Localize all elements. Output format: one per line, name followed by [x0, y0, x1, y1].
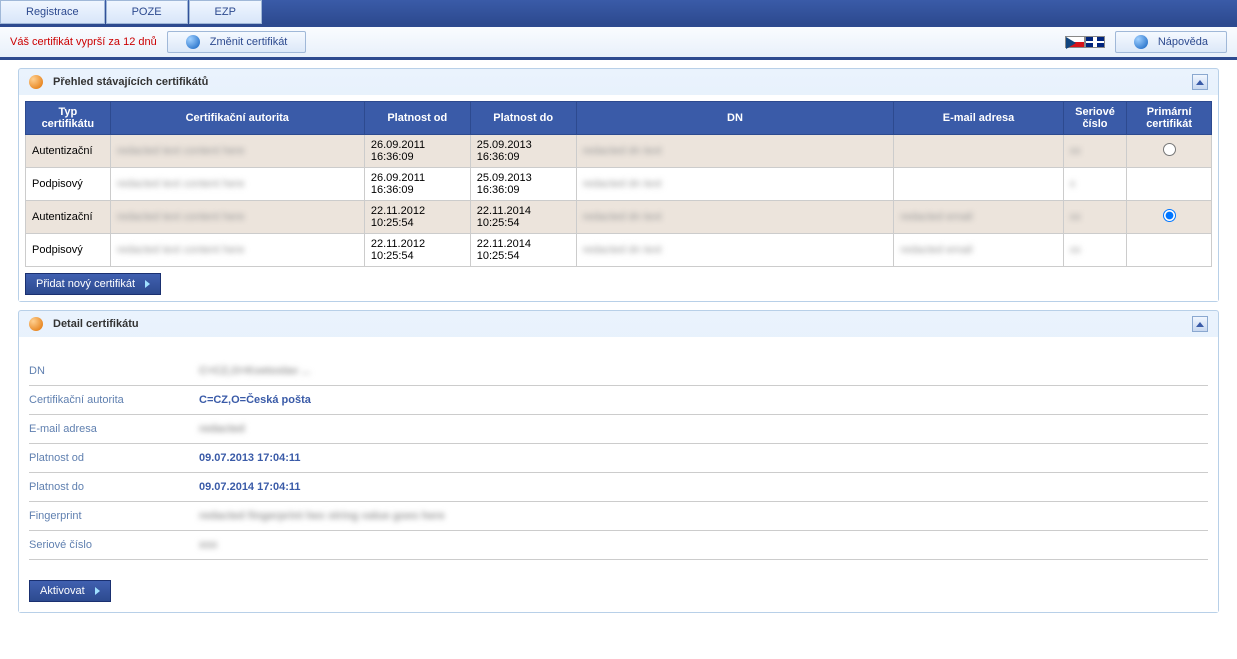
cell-primary	[1127, 135, 1212, 168]
panel-cert-overview: Přehled stávajících certifikátů Typ cert…	[18, 68, 1219, 302]
detail-label: Seriové číslo	[29, 539, 199, 551]
panel-cert-detail: Detail certifikátu DN C=CZ,O=Kvetoslav .…	[18, 310, 1219, 613]
cell-ca: redacted text content here	[110, 135, 364, 168]
th-serial: Seriové číslo	[1063, 102, 1127, 135]
panel-title: Detail certifikátu	[53, 318, 139, 330]
detail-label: DN	[29, 365, 199, 377]
cell-ca: redacted text content here	[110, 201, 364, 234]
cell-email	[894, 168, 1063, 201]
change-cert-button[interactable]: Změnit certifikát	[167, 31, 307, 53]
cell-type: Autentizační	[26, 135, 111, 168]
top-tabs: Registrace POZE EZP	[0, 0, 1237, 24]
detail-value: 09.07.2013 17:04:11	[199, 452, 301, 464]
cell-primary	[1127, 168, 1212, 201]
detail-value: C=CZ,O=Kvetoslav ...	[199, 365, 310, 377]
cell-from: 26.09.2011 16:36:09	[364, 168, 470, 201]
cell-email: redacted email	[894, 234, 1063, 267]
cell-from: 26.09.2011 16:36:09	[364, 135, 470, 168]
cell-dn: redacted dn text	[576, 135, 894, 168]
th-ca: Certifikační autorita	[110, 102, 364, 135]
tab-registrace[interactable]: Registrace	[0, 0, 105, 24]
help-label: Nápověda	[1158, 36, 1208, 48]
panel-header-overview: Přehled stávajících certifikátů	[19, 69, 1218, 95]
detail-value: 09.07.2014 17:04:11	[199, 481, 301, 493]
help-button[interactable]: Nápověda	[1115, 31, 1227, 53]
language-flags	[1065, 36, 1105, 48]
detail-value: xxx	[199, 539, 217, 551]
cell-dn: redacted dn text	[576, 168, 894, 201]
table-row[interactable]: Podpisový redacted text content here 22.…	[26, 234, 1212, 267]
th-dn: DN	[576, 102, 894, 135]
primary-radio[interactable]	[1163, 143, 1176, 156]
cell-to: 22.11.2014 10:25:54	[470, 201, 576, 234]
cell-serial: xx	[1063, 234, 1127, 267]
detail-label: Platnost do	[29, 481, 199, 493]
flag-gb-icon[interactable]	[1085, 36, 1105, 48]
cell-serial: xx	[1063, 135, 1127, 168]
cert-table: Typ certifikátu Certifikační autorita Pl…	[25, 101, 1212, 267]
detail-label: Platnost od	[29, 452, 199, 464]
detail-row-serial: Seriové číslo xxx	[29, 531, 1208, 560]
cell-email	[894, 135, 1063, 168]
cell-to: 25.09.2013 16:36:09	[470, 135, 576, 168]
cell-ca: redacted text content here	[110, 234, 364, 267]
detail-label: Fingerprint	[29, 510, 199, 522]
cell-to: 22.11.2014 10:25:54	[470, 234, 576, 267]
panel-title: Přehled stávajících certifikátů	[53, 76, 208, 88]
detail-label: Certifikační autorita	[29, 394, 199, 406]
cell-ca: redacted text content here	[110, 168, 364, 201]
panel-icon	[29, 75, 43, 89]
change-cert-label: Změnit certifikát	[210, 36, 288, 48]
th-valid-from: Platnost od	[364, 102, 470, 135]
globe-icon	[186, 35, 200, 49]
cell-primary	[1127, 234, 1212, 267]
table-row[interactable]: Podpisový redacted text content here 26.…	[26, 168, 1212, 201]
cell-dn: redacted dn text	[576, 201, 894, 234]
cell-serial: x	[1063, 168, 1127, 201]
detail-row-dn: DN C=CZ,O=Kvetoslav ...	[29, 357, 1208, 386]
th-email: E-mail adresa	[894, 102, 1063, 135]
collapse-button[interactable]	[1192, 316, 1208, 332]
collapse-button[interactable]	[1192, 74, 1208, 90]
cell-primary	[1127, 201, 1212, 234]
table-row[interactable]: Autentizační redacted text content here …	[26, 135, 1212, 168]
cell-type: Podpisový	[26, 234, 111, 267]
panel-icon	[29, 317, 43, 331]
primary-radio[interactable]	[1163, 209, 1176, 222]
detail-row-fingerprint: Fingerprint redacted fingerprint hex str…	[29, 502, 1208, 531]
cell-email: redacted email	[894, 201, 1063, 234]
cell-type: Autentizační	[26, 201, 111, 234]
cert-expiry-warning: Váš certifikát vyprší za 12 dnů	[10, 36, 157, 48]
info-bar: Váš certifikát vyprší za 12 dnů Změnit c…	[0, 24, 1237, 60]
cell-to: 25.09.2013 16:36:09	[470, 168, 576, 201]
add-cert-button[interactable]: Přidat nový certifikát	[25, 273, 161, 295]
th-primary: Primární certifikát	[1127, 102, 1212, 135]
detail-row-email: E-mail adresa redacted	[29, 415, 1208, 444]
detail-value: redacted	[199, 423, 245, 435]
detail-row-valid-from: Platnost od 09.07.2013 17:04:11	[29, 444, 1208, 473]
table-row[interactable]: Autentizační redacted text content here …	[26, 201, 1212, 234]
detail-row-valid-to: Platnost do 09.07.2014 17:04:11	[29, 473, 1208, 502]
detail-row-ca: Certifikační autorita C=CZ,O=Česká pošta	[29, 386, 1208, 415]
flag-cz-icon[interactable]	[1065, 36, 1085, 48]
help-icon	[1134, 35, 1148, 49]
detail-value: redacted fingerprint hex string value go…	[199, 510, 445, 522]
th-type: Typ certifikátu	[26, 102, 111, 135]
cell-dn: redacted dn text	[576, 234, 894, 267]
cell-from: 22.11.2012 10:25:54	[364, 234, 470, 267]
tab-ezp[interactable]: EZP	[189, 0, 262, 24]
tab-poze[interactable]: POZE	[106, 0, 188, 24]
th-valid-to: Platnost do	[470, 102, 576, 135]
detail-label: E-mail adresa	[29, 423, 199, 435]
cell-serial: xx	[1063, 201, 1127, 234]
detail-value: C=CZ,O=Česká pošta	[199, 394, 311, 406]
panel-header-detail: Detail certifikátu	[19, 311, 1218, 337]
activate-button[interactable]: Aktivovat	[29, 580, 111, 602]
cell-type: Podpisový	[26, 168, 111, 201]
cell-from: 22.11.2012 10:25:54	[364, 201, 470, 234]
